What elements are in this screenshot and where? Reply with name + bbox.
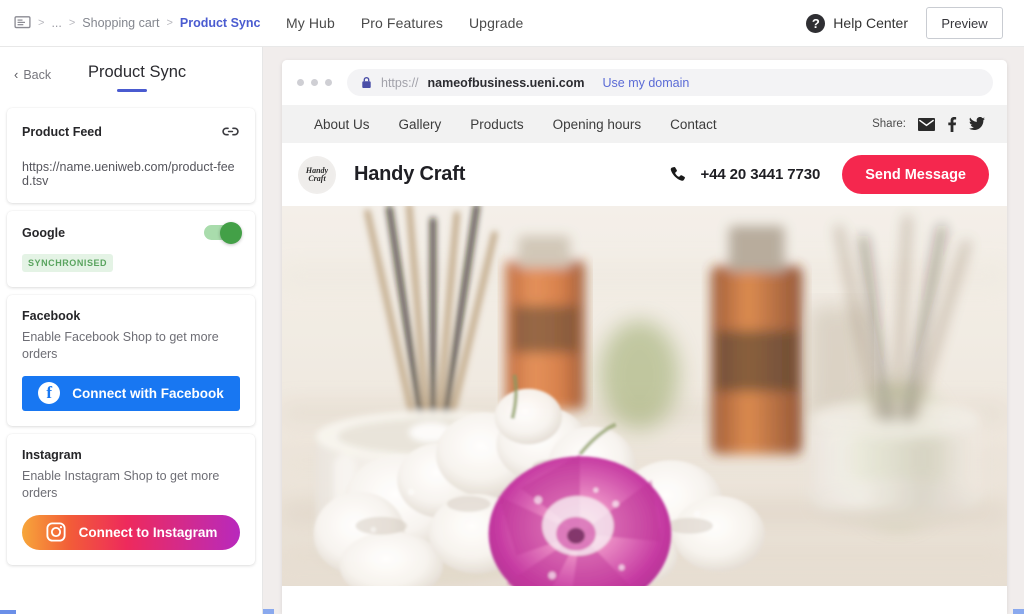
browser-address-bar: https:// nameofbusiness.ueni.com Use my … [282,60,1007,105]
preview-button[interactable]: Preview [926,7,1003,39]
connect-with-facebook-label: Connect with Facebook [72,385,224,401]
site-nav-gallery[interactable]: Gallery [399,117,442,132]
preview-scrollbar[interactable] [263,609,1024,614]
site-navigation: About Us Gallery Products Opening hours … [282,105,1007,143]
status-badge: SYNCHRONISED [22,254,114,272]
url-scheme: https:// [381,75,419,90]
breadcrumb-item-shopping-cart[interactable]: Shopping cart [82,16,159,30]
window-dots [297,79,332,86]
breadcrumb-separator-3: > [166,17,173,29]
handy-craft-logo-icon: Handy Craft [300,157,334,192]
connect-to-instagram-label: Connect to Instagram [78,524,218,540]
breadcrumb-separator-2: > [68,17,76,29]
sidebar-header: ‹ Back Product Sync [0,47,262,102]
back-button[interactable]: ‹ Back [14,67,51,82]
link-icon[interactable] [221,122,240,141]
card-facebook: Facebook Enable Facebook Shop to get mor… [7,295,255,426]
svg-text:Craft: Craft [308,174,326,183]
business-header: Handy Craft Handy Craft +44 20 3441 7730… [282,143,1007,206]
facebook-icon[interactable] [947,116,957,132]
question-mark-circle-icon: ? [806,13,826,33]
connect-to-instagram-button[interactable]: Connect to Instagram [22,514,240,550]
hero-illustration [282,206,1007,587]
site-nav-opening-hours[interactable]: Opening hours [553,117,642,132]
sidebar: ‹ Back Product Sync Product Feed https:/… [0,47,263,614]
sidebar-scrollbar[interactable] [0,610,262,614]
card-google: Google SYNCHRONISED [7,211,255,287]
share-group: Share: [872,116,985,132]
business-phone[interactable]: +44 20 3441 7730 [668,165,820,184]
help-center-label: Help Center [833,15,908,31]
breadcrumb-ellipsis[interactable]: ... [51,16,61,30]
business-name: Handy Craft [354,163,466,185]
breadcrumb-item-product-sync[interactable]: Product Sync [180,16,261,30]
facebook-icon: f [38,382,61,405]
lock-icon [362,76,371,88]
site-preview-pane: https:// nameofbusiness.ueni.com Use my … [263,47,1024,614]
app-window: > ... > Shopping cart > Product Sync My … [0,0,1024,614]
card-instagram: Instagram Enable Instagram Shop to get m… [7,433,255,565]
sidebar-cards: Product Feed https://name.ueniweb.com/pr… [0,102,262,565]
product-feed-url[interactable]: https://name.ueniweb.com/product-feed.ts… [22,160,240,188]
top-bar: > ... > Shopping cart > Product Sync My … [0,0,1024,47]
url-input[interactable]: https:// nameofbusiness.ueni.com Use my … [347,69,993,96]
share-label: Share: [872,118,906,130]
hero-image [282,206,1007,592]
help-center-link[interactable]: ? Help Center [806,13,908,33]
top-bar-actions: ? Help Center Preview [806,7,1024,39]
nav-item-pro-features[interactable]: Pro Features [361,15,443,31]
site-nav-contact[interactable]: Contact [670,117,717,132]
instagram-title: Instagram [22,447,82,462]
site-nav-about-us[interactable]: About Us [314,117,370,132]
back-label: Back [23,67,52,82]
site-nav-products[interactable]: Products [470,117,523,132]
product-feed-title: Product Feed [22,124,102,139]
twitter-icon[interactable] [969,117,985,131]
toggle-knob [220,221,242,244]
monitor-icon[interactable] [14,16,31,30]
main-body: ‹ Back Product Sync Product Feed https:/… [0,47,1024,614]
phone-number: +44 20 3441 7730 [700,166,821,183]
nav-item-upgrade[interactable]: Upgrade [469,15,523,31]
url-host: nameofbusiness.ueni.com [427,75,585,90]
instagram-subtitle: Enable Instagram Shop to get more orders [22,468,220,500]
instagram-icon [46,522,66,542]
business-logo: Handy Craft [298,155,336,194]
phone-icon [671,166,686,181]
use-my-domain-link[interactable]: Use my domain [603,76,690,90]
facebook-subtitle: Enable Facebook Shop to get more orders [22,330,219,361]
breadcrumb: > ... > Shopping cart > Product Sync [0,0,263,47]
chevron-left-icon: ‹ [14,67,19,82]
google-title: Google [22,225,66,240]
connect-with-facebook-button[interactable]: f Connect with Facebook [22,375,240,411]
breadcrumb-separator-1: > [38,17,45,29]
email-icon[interactable] [918,117,935,131]
page-title: Product Sync [88,63,187,81]
facebook-title: Facebook [22,309,81,323]
card-product-feed: Product Feed https://name.ueniweb.com/pr… [7,108,255,203]
google-sync-toggle[interactable] [204,221,242,244]
page-title-underline [117,89,147,92]
top-navigation: My Hub Pro Features Upgrade [263,15,806,31]
nav-item-my-hub[interactable]: My Hub [286,15,335,31]
send-message-button[interactable]: Send Message [842,155,989,194]
browser-mock: https:// nameofbusiness.ueni.com Use my … [282,60,1007,614]
